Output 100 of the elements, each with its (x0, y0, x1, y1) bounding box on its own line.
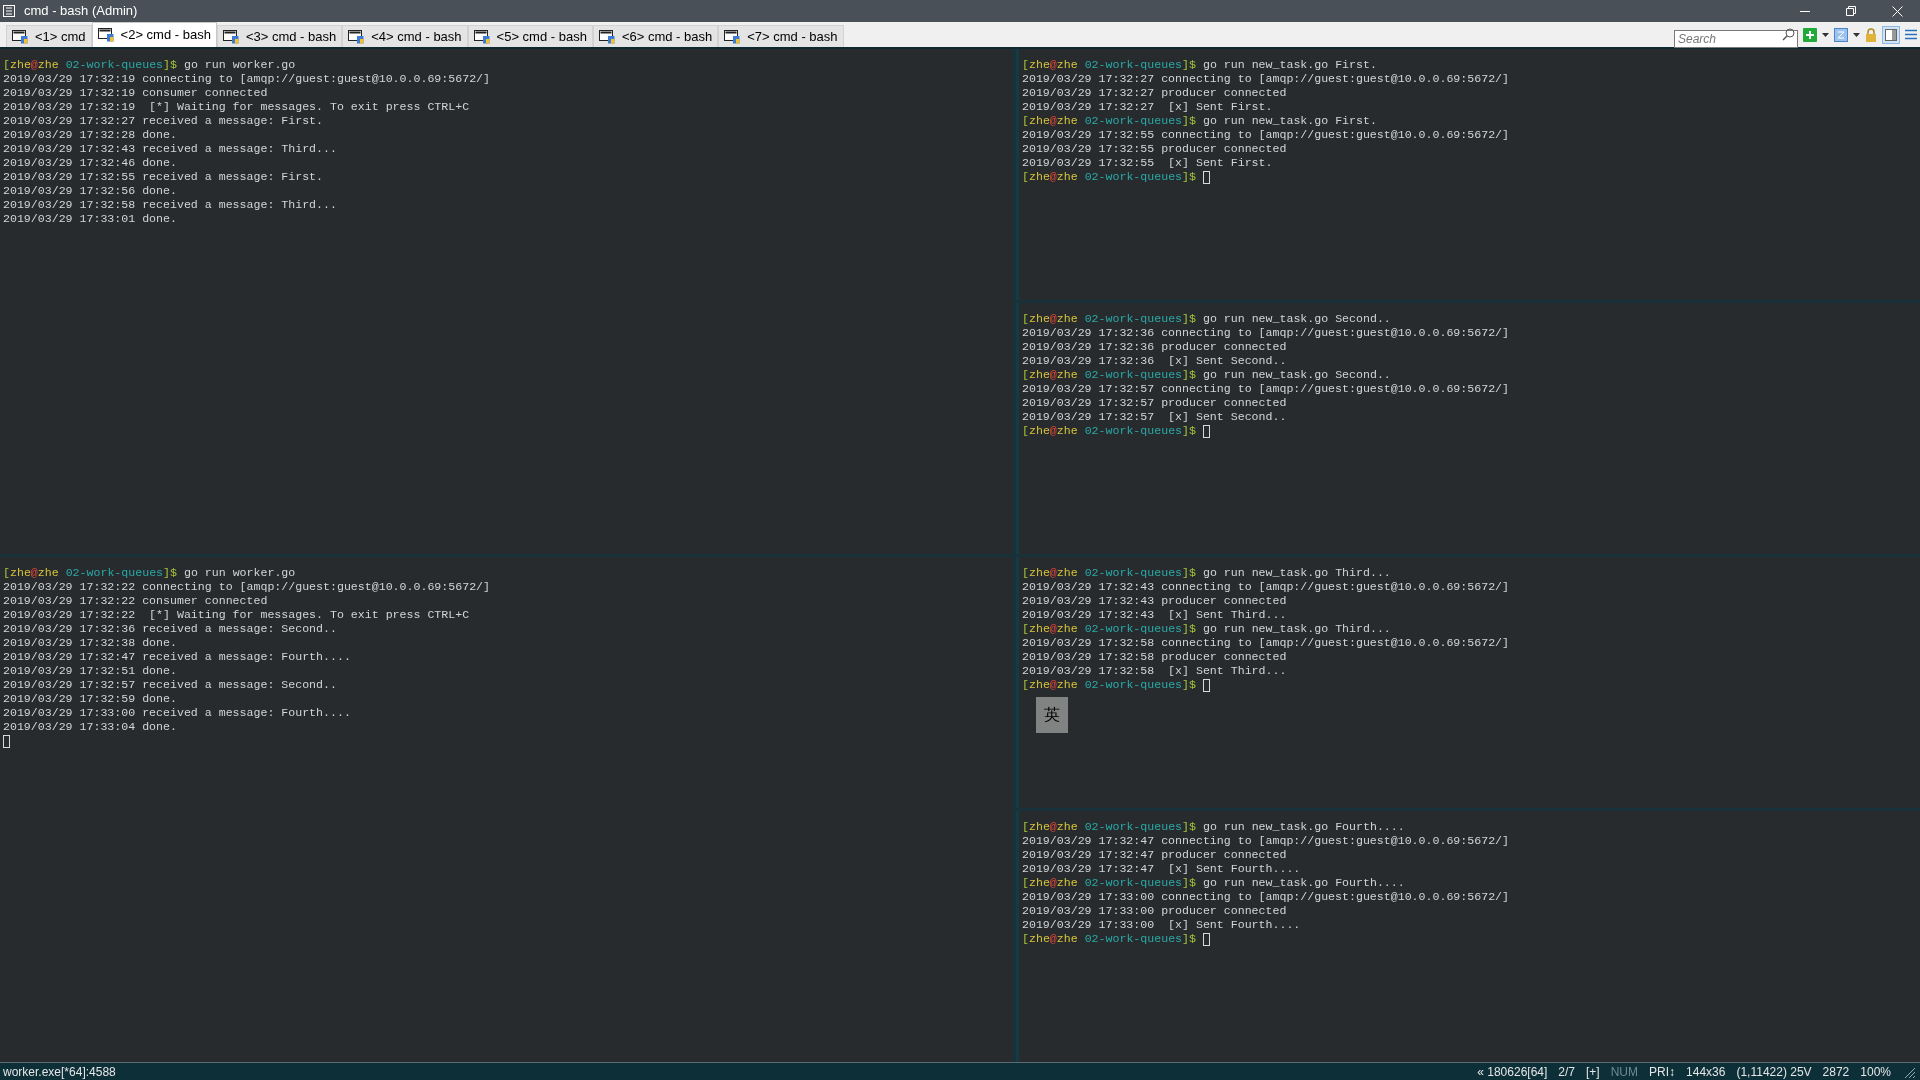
output-line: 2019/03/29 17:32:19 connecting to [amqp://guest:guest@10.0.0.69:5672/] (3, 72, 492, 86)
add-console-icon[interactable] (1803, 27, 1817, 42)
output-line: 2019/03/29 17:32:58 [x] Sent Third... (1022, 664, 1288, 678)
status-item[interactable]: « 180626[64] (1477, 1062, 1548, 1080)
output-line: 2019/03/29 17:33:00 received a message: Fourth.... (3, 706, 352, 720)
app-icon (3, 5, 15, 17)
output-line: 2019/03/29 17:33:00 connecting to [amqp://guest:guest@10.0.0.69:5672/] (1022, 890, 1511, 904)
prompt-line: [zhe@zhe 02-work-queues]$ (1022, 424, 1196, 438)
output-line: 2019/03/29 17:32:27 producer connected (1022, 86, 1288, 100)
prompt-line: [zhe@zhe 02-work-queues]$ (1022, 170, 1196, 184)
prompt-line: [zhe@zhe 02-work-queues]$ go run new_task.go Fourth.... (1022, 820, 1405, 834)
status-item[interactable]: 2872 (1822, 1062, 1850, 1080)
console-icon (348, 29, 365, 44)
output-line: 2019/03/29 17:32:55 received a message: First. (3, 170, 325, 184)
caret-icon[interactable] (1853, 32, 1860, 37)
terminal-pane[interactable] (1016, 557, 1920, 808)
console-icon (222, 29, 239, 44)
panel-icon (1885, 28, 1897, 41)
restore-icon (1846, 6, 1856, 16)
output-line: 2019/03/29 17:32:58 connecting to [amqp://guest:guest@10.0.0.69:5672/] (1022, 636, 1511, 650)
status-item[interactable]: (1,11422) 25V (1736, 1062, 1812, 1080)
status-item[interactable]: PRI↕ (1649, 1062, 1676, 1080)
tab[interactable]: <2> cmd - bash (91, 22, 217, 47)
text-cursor (3, 734, 10, 748)
console-icon (473, 29, 490, 44)
output-line: 2019/03/29 17:33:00 producer connected (1022, 904, 1288, 918)
output-line: 2019/03/29 17:32:36 connecting to [amqp://guest:guest@10.0.0.69:5672/] (1022, 326, 1511, 340)
prompt-line: [zhe@zhe 02-work-queues]$ go run new_task.go Second.. (1022, 312, 1391, 326)
search-icon (1782, 27, 1795, 41)
output-line: 2019/03/29 17:32:43 received a message: Third... (3, 142, 338, 156)
prompt-line: [zhe@zhe 02-work-queues]$ go run worker.go (3, 58, 296, 72)
output-line: 2019/03/29 17:32:36 received a message: Second.. (3, 622, 338, 636)
output-line: 2019/03/29 17:32:58 received a message: Third... (3, 198, 338, 212)
lock-icon[interactable] (1865, 27, 1877, 42)
output-line: 2019/03/29 17:32:57 connecting to [amqp://guest:guest@10.0.0.69:5672/] (1022, 382, 1511, 396)
status-item[interactable]: 2/7 (1558, 1062, 1575, 1080)
terminal-pane[interactable] (1016, 811, 1920, 1062)
search-field[interactable]: Search (1674, 29, 1798, 48)
console-icon (12, 29, 28, 44)
output-line: 2019/03/29 17:32:36 producer connected (1022, 340, 1288, 354)
status-text: worker.exe[*64]:4588 (3, 1063, 116, 1080)
output-line: 2019/03/29 17:32:22 consumer connected (3, 594, 269, 608)
output-line: 2019/03/29 17:32:57 received a message: Second.. (3, 678, 338, 692)
status-item[interactable]: 100% (1860, 1062, 1891, 1080)
minimize-icon (1800, 10, 1810, 12)
caret-icon[interactable] (1822, 32, 1829, 37)
output-line: 2019/03/29 17:32:47 received a message: Fourth.... (3, 650, 352, 664)
window-title: cmd - bash (Admin) (24, 2, 138, 21)
window-icon[interactable] (1834, 27, 1848, 42)
output-line: 2019/03/29 17:32:27 [x] Sent First. (1022, 100, 1274, 114)
tab[interactable]: <4> cmd - bash (342, 25, 468, 47)
output-line: 2019/03/29 17:32:22 [*] Waiting for messages. To exit press CTRL+C (3, 608, 471, 622)
output-line: 2019/03/29 17:32:43 connecting to [amqp://guest:guest@10.0.0.69:5672/] (1022, 580, 1511, 594)
output-line: 2019/03/29 17:32:47 connecting to [amqp://guest:guest@10.0.0.69:5672/] (1022, 834, 1511, 848)
output-line: 2019/03/29 17:32:56 done. (3, 184, 178, 198)
prompt-line: [zhe@zhe 02-work-queues]$ go run new_task.go Second.. (1022, 368, 1391, 382)
close-icon (1891, 5, 1903, 17)
output-line: 2019/03/29 17:33:04 done. (3, 720, 178, 734)
output-line: 2019/03/29 17:32:55 connecting to [amqp://guest:guest@10.0.0.69:5672/] (1022, 128, 1511, 142)
output-line: 2019/03/29 17:32:57 [x] Sent Second.. (1022, 410, 1288, 424)
output-line: 2019/03/29 17:33:01 done. (3, 212, 178, 226)
status-item[interactable]: [+] (1586, 1062, 1600, 1080)
tab[interactable]: <1> cmd (6, 25, 92, 47)
console-icon (724, 29, 741, 44)
terminal-pane[interactable] (1016, 303, 1920, 554)
ime-indicator: 英 (1036, 697, 1068, 733)
tab[interactable]: <6> cmd - bash (592, 25, 719, 47)
tab[interactable]: <7> cmd - bash (718, 25, 844, 47)
output-line: 2019/03/29 17:32:51 done. (3, 664, 178, 678)
prompt-line: [zhe@zhe 02-work-queues]$ (1022, 678, 1196, 692)
output-line: 2019/03/29 17:32:55 [x] Sent First. (1022, 156, 1274, 170)
terminal-pane[interactable] (1016, 49, 1920, 300)
prompt-line: [zhe@zhe 02-work-queues]$ go run new_task.go Fourth.... (1022, 876, 1405, 890)
prompt-line: [zhe@zhe 02-work-queues]$ go run new_task.go Third... (1022, 566, 1391, 580)
output-line: 2019/03/29 17:32:28 done. (3, 128, 178, 142)
output-line: 2019/03/29 17:32:43 [x] Sent Third... (1022, 608, 1288, 622)
menu-icon[interactable] (1905, 29, 1917, 40)
output-line: 2019/03/29 17:32:55 producer connected (1022, 142, 1288, 156)
prompt-line: [zhe@zhe 02-work-queues]$ go run new_task.go Third... (1022, 622, 1391, 636)
output-line: 2019/03/29 17:32:27 connecting to [amqp://guest:guest@10.0.0.69:5672/] (1022, 72, 1511, 86)
prompt-line: [zhe@zhe 02-work-queues]$ go run new_task.go First. (1022, 114, 1377, 128)
output-line: 2019/03/29 17:32:19 consumer connected (3, 86, 269, 100)
tab[interactable]: <5> cmd - bash (467, 25, 593, 47)
output-line: 2019/03/29 17:32:59 done. (3, 692, 178, 706)
output-line: 2019/03/29 17:32:57 producer connected (1022, 396, 1288, 410)
prompt-line: [zhe@zhe 02-work-queues]$ go run new_task.go First. (1022, 58, 1377, 72)
output-line: 2019/03/29 17:32:38 done. (3, 636, 178, 650)
tab[interactable]: <3> cmd - bash (216, 25, 343, 47)
console-icon (97, 28, 114, 42)
output-line: 2019/03/29 17:32:19 [*] Waiting for messages. To exit press CTRL+C (3, 100, 471, 114)
prompt-line: [zhe@zhe 02-work-queues]$ go run worker.go (3, 566, 296, 580)
output-line: 2019/03/29 17:32:58 producer connected (1022, 650, 1288, 664)
output-line: 2019/03/29 17:33:00 [x] Sent Fourth.... (1022, 918, 1302, 932)
output-line: 2019/03/29 17:32:27 received a message: First. (3, 114, 325, 128)
console-icon (598, 29, 615, 44)
prompt-line: [zhe@zhe 02-work-queues]$ (1022, 932, 1196, 946)
output-line: 2019/03/29 17:32:43 producer connected (1022, 594, 1288, 608)
status-item[interactable]: 144x36 (1686, 1062, 1726, 1080)
panel-toggle-button[interactable] (1882, 25, 1900, 44)
output-line: 2019/03/29 17:32:36 [x] Sent Second.. (1022, 354, 1288, 368)
